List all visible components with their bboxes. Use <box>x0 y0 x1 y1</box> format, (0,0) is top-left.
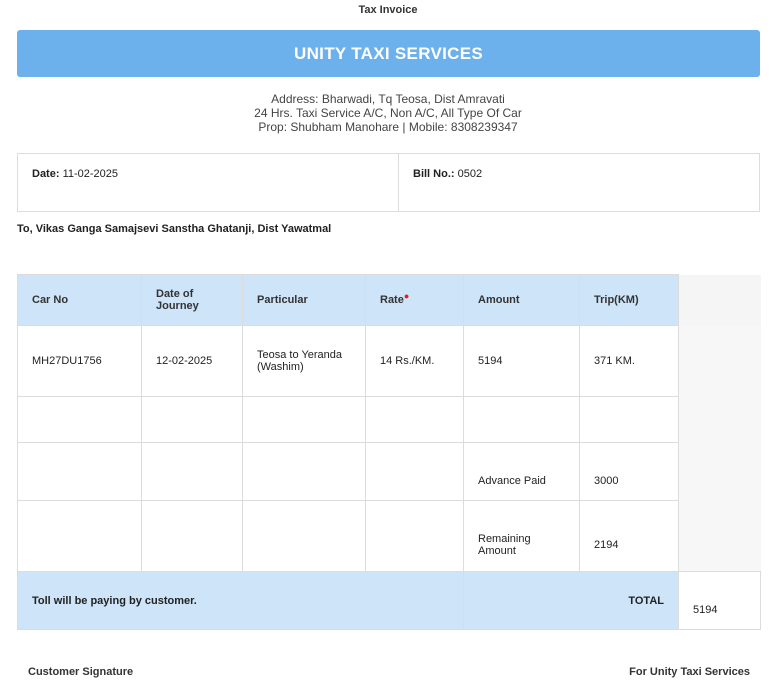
bill-no-cell: Bill No.: 0502 <box>399 154 482 211</box>
company-address: Address: Bharwadi, Tq Teosa, Dist Amrava… <box>271 92 505 106</box>
company-name: UNITY TAXI SERVICES <box>294 43 483 63</box>
header-car-no: Car No <box>17 274 142 326</box>
cell-trip: 371 KM. <box>579 325 679 397</box>
total-value: 5194 <box>678 571 761 630</box>
cell-empty <box>242 396 366 443</box>
cell-empty <box>365 442 464 501</box>
company-proprietor: Prop: Shubham Manohare | Mobile: 8308239… <box>258 120 518 134</box>
cell-empty <box>17 442 142 501</box>
cell-empty <box>365 396 464 443</box>
invoice-table: Car No Date of Journey Particular Rate● … <box>17 274 761 630</box>
cell-empty <box>242 500 366 572</box>
cell-empty <box>17 500 142 572</box>
cell-empty <box>579 396 679 443</box>
header-date-of-journey: Date of Journey <box>141 274 243 326</box>
remaining-label: Remaining Amount <box>463 500 580 572</box>
recipient-line: To, Vikas Ganga Samajsevi Sanstha Ghatan… <box>17 223 332 235</box>
cell-empty <box>17 396 142 443</box>
cell-blank <box>678 396 761 443</box>
company-services: 24 Hrs. Taxi Service A/C, Non A/C, All T… <box>254 106 522 120</box>
cell-empty <box>463 396 580 443</box>
cell-date: 12-02-2025 <box>141 325 243 397</box>
company-signature: For Unity Taxi Services <box>629 666 750 678</box>
cell-amount: 5194 <box>463 325 580 397</box>
remaining-row: Remaining Amount 2194 <box>17 500 761 572</box>
total-row: Toll will be paying by customer. TOTAL 5… <box>17 571 761 630</box>
table-row-empty <box>17 396 761 443</box>
company-header-bar: UNITY TAXI SERVICES <box>17 30 760 77</box>
advance-row: Advance Paid 3000 <box>17 442 761 501</box>
invoice-meta: Date: 11-02-2025 Bill No.: 0502 <box>17 153 760 212</box>
cell-blank <box>678 500 761 572</box>
cell-blank <box>678 325 761 397</box>
table-header-row: Car No Date of Journey Particular Rate● … <box>17 274 761 326</box>
table-row: MH27DU1756 12-02-2025 Teosa to Yeranda (… <box>17 325 761 397</box>
toll-note: Toll will be paying by customer. <box>17 571 464 630</box>
cell-blank <box>678 442 761 501</box>
advance-value: 3000 <box>579 442 679 501</box>
cell-rate: 14 Rs./KM. <box>365 325 464 397</box>
bill-no-value: 0502 <box>457 168 483 180</box>
advance-label: Advance Paid <box>463 442 580 501</box>
header-particular: Particular <box>242 274 366 326</box>
cell-car-no: MH27DU1756 <box>17 325 142 397</box>
header-trip-km: Trip(KM) <box>579 274 679 326</box>
header-rate-cell: Rate● <box>365 274 464 326</box>
cell-particular: Teosa to Yeranda (Washim) <box>242 325 366 397</box>
customer-signature: Customer Signature <box>28 666 134 678</box>
cell-empty <box>141 442 243 501</box>
rate-marker-dot: ● <box>403 291 410 301</box>
header-rate: Rate <box>380 294 404 306</box>
cell-empty <box>141 500 243 572</box>
header-amount: Amount <box>463 274 580 326</box>
cell-empty <box>242 442 366 501</box>
remaining-value: 2194 <box>579 500 679 572</box>
total-label: TOTAL <box>463 571 679 630</box>
date-cell: Date: 11-02-2025 <box>18 154 399 211</box>
date-label: Date: <box>32 168 60 180</box>
bill-no-label: Bill No.: <box>413 168 455 180</box>
cell-empty <box>365 500 464 572</box>
cell-empty <box>141 396 243 443</box>
date-value: 11-02-2025 <box>62 168 119 180</box>
document-type: Tax Invoice <box>358 4 418 16</box>
header-blank <box>678 274 761 326</box>
